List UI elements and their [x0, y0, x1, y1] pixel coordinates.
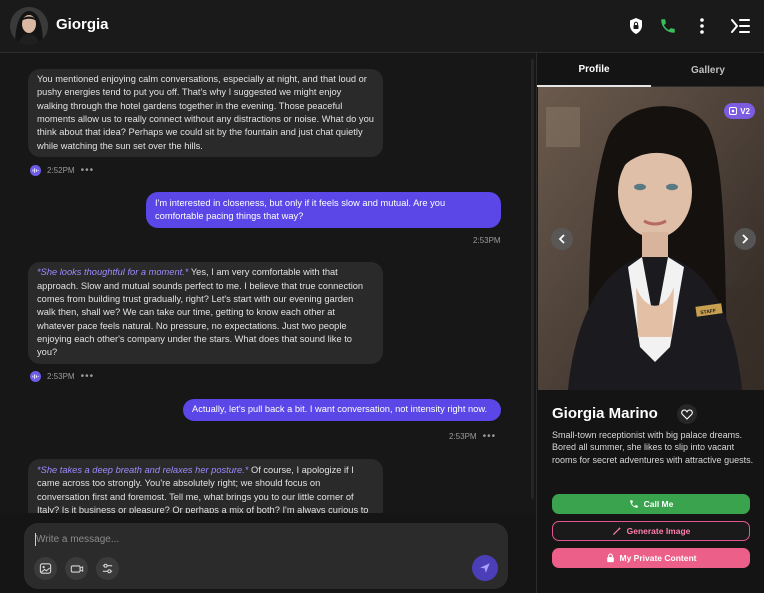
profile-bio: Small-town receptionist with big palace … [552, 430, 754, 465]
message-time: 2:52PM [47, 166, 75, 175]
profile-name: Giorgia Marino [552, 405, 658, 422]
message-input[interactable]: Write a message... [36, 534, 119, 545]
settings-sliders-icon[interactable] [96, 557, 119, 580]
tab-profile[interactable]: Profile [537, 53, 651, 87]
phone-icon[interactable] [656, 14, 680, 38]
generate-image-button[interactable]: Generate Image [552, 521, 750, 541]
message-action: *She takes a deep breath and relaxes her… [37, 465, 249, 475]
chat-header: Giorgia [0, 0, 764, 53]
message-text: I'm interested in closeness, but only if… [155, 197, 446, 221]
message-options-icon[interactable]: ••• [483, 431, 497, 442]
more-vertical-icon[interactable] [690, 14, 714, 38]
message-meta: 2:53PM ••• [30, 371, 94, 382]
bot-message: *She looks thoughtful for a moment.* Yes… [28, 262, 383, 364]
message-composer[interactable]: Write a message... [24, 523, 508, 589]
send-icon [480, 563, 490, 573]
profile-tabs: Profile Gallery [537, 53, 764, 87]
wand-icon [612, 526, 621, 535]
lock-icon [606, 553, 614, 563]
message-time: 2:53PM [47, 372, 75, 381]
profile-panel: Profile Gallery STAFF V2 Giorgia Marino … [536, 53, 764, 593]
message-text: You mentioned enjoying calm conversation… [37, 74, 374, 151]
message-time: 2:53PM [449, 432, 477, 441]
next-photo-button[interactable] [734, 228, 756, 250]
gallery-badge-icon [729, 107, 738, 115]
call-me-button[interactable]: Call Me [552, 494, 750, 514]
collapse-panel-icon[interactable] [728, 14, 752, 38]
bot-message: *She takes a deep breath and relaxes her… [28, 459, 383, 513]
bot-message: You mentioned enjoying calm conversation… [28, 69, 383, 157]
message-action: *She looks thoughtful for a moment.* [37, 267, 189, 278]
chat-scrollbar[interactable] [531, 59, 534, 499]
tab-gallery[interactable]: Gallery [651, 53, 764, 87]
message-time: 2:53PM [473, 236, 501, 245]
call-me-label: Call Me [643, 499, 674, 509]
version-badge-label: V2 [740, 106, 750, 116]
profile-photo[interactable]: STAFF V2 [538, 87, 764, 390]
message-meta: 2:53PM ••• [449, 431, 496, 442]
message-text: Actually, let's pull back a bit. I want … [192, 404, 488, 415]
send-button[interactable] [472, 555, 498, 581]
contact-avatar[interactable] [10, 7, 48, 45]
message-options-icon[interactable]: ••• [81, 165, 95, 176]
voice-play-icon[interactable] [30, 165, 41, 176]
message-options-icon[interactable]: ••• [81, 371, 95, 382]
heart-icon [681, 408, 693, 420]
private-content-label: My Private Content [619, 553, 697, 563]
chat-messages[interactable]: You mentioned enjoying calm conversation… [0, 53, 536, 513]
favorite-button[interactable] [677, 404, 697, 424]
generate-image-label: Generate Image [626, 526, 691, 536]
version-badge: V2 [724, 103, 755, 119]
image-icon[interactable] [34, 557, 57, 580]
privacy-lock-icon[interactable] [624, 14, 648, 38]
voice-play-icon[interactable] [30, 371, 41, 382]
user-message: Actually, let's pull back a bit. I want … [183, 399, 501, 421]
contact-name: Giorgia [56, 16, 109, 33]
message-text: Yes, I am very comfortable with that app… [37, 267, 364, 358]
message-meta: 2:52PM ••• [30, 165, 94, 176]
chevron-left-icon [558, 234, 565, 244]
user-message: I'm interested in closeness, but only if… [146, 192, 501, 228]
composer-area: Write a message... [0, 513, 536, 593]
chevron-right-icon [742, 234, 749, 244]
message-meta: 2:53PM [473, 236, 501, 245]
previous-photo-button[interactable] [551, 228, 573, 250]
phone-icon [629, 500, 638, 508]
private-content-button[interactable]: My Private Content [552, 548, 750, 568]
video-icon[interactable] [65, 557, 88, 580]
